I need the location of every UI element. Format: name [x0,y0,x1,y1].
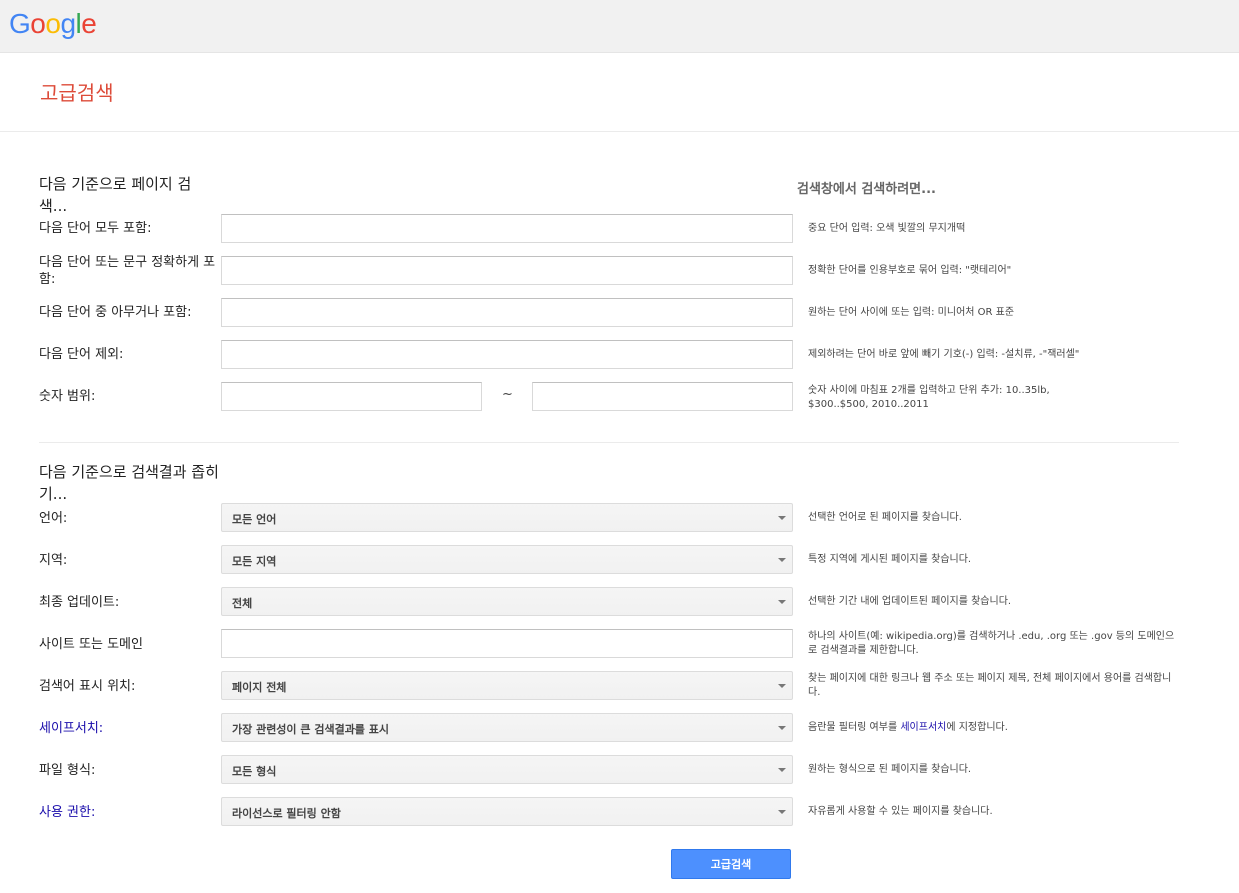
exact-phrase-label: 다음 단어 또는 문구 정확하게 포함: [39,255,216,287]
language-hint: 선택한 언어로 된 페이지를 찾습니다. [808,512,962,523]
all-words-hint: 중요 단어 입력: 오색 빛깔의 무지개떡 [808,223,966,234]
safesearch-select[interactable]: 가장 관련성이 큰 검색결과를 표시 [221,713,793,742]
find-pages-heading: 다음 기준으로 페이지 검색... [39,175,192,215]
narrow-results-heading: 다음 기준으로 검색결과 좁히기... [39,463,219,503]
dropdown-arrow-icon [778,684,786,688]
last-update-select[interactable]: 전체 [221,587,793,616]
exact-phrase-hint: 정확한 단어를 인용부호로 묶어 입력: "랫테리어" [808,265,1012,276]
usage-rights-select[interactable]: 라이선스로 필터링 안함 [221,797,793,826]
file-type-select[interactable]: 모든 형식 [221,755,793,784]
usage-rights-label-link[interactable]: 사용 권한: [39,804,217,821]
file-type-label: 파일 형식: [39,763,96,778]
language-select[interactable]: 모든 언어 [221,503,793,532]
file-type-selected: 모든 형식 [232,765,277,778]
exclude-words-hint: 제외하려는 단어 바로 앞에 빼기 기호(-) 입력: -설치류, -"잭러셀" [808,349,1080,360]
divider [39,442,1179,443]
terms-appearing-select[interactable]: 페이지 전체 [221,671,793,700]
any-words-label: 다음 단어 중 아무거나 포함: [39,305,192,320]
terms-appearing-hint: 찾는 페이지에 대한 링크나 웹 주소 또는 페이지 제목, 전체 페이지에서 … [808,673,1172,698]
search-box-hint-heading: 검색창에서 검색하려면... [797,182,936,197]
advanced-search-button[interactable]: 고급검색 [671,849,791,879]
dropdown-arrow-icon [778,600,786,604]
all-words-label: 다음 단어 모두 포함: [39,221,152,236]
exact-phrase-input[interactable] [221,256,793,285]
language-label: 언어: [39,511,68,526]
safesearch-hint-link[interactable]: 세이프서치 [900,722,946,733]
safesearch-hint: 음란물 필터링 여부를 세이프서치에 지정합니다. [808,721,1178,735]
safesearch-hint-text: 음란물 필터링 여부를 [808,722,901,733]
divider [0,131,1239,132]
last-update-hint: 선택한 기간 내에 업데이트된 페이지를 찾습니다. [808,596,1012,607]
last-update-label: 최종 업데이트: [39,595,120,610]
dropdown-arrow-icon [778,558,786,562]
terms-appearing-label: 검색어 표시 위치: [39,679,136,694]
safesearch-label-link[interactable]: 세이프서치: [39,720,217,737]
number-range-hint: 숫자 사이에 마침표 2개를 입력하고 단위 추가: 10..35lb, $30… [808,385,1050,410]
safesearch-selected: 가장 관련성이 큰 검색결과를 표시 [232,723,389,736]
dropdown-arrow-icon [778,768,786,772]
region-hint: 특정 지역에 게시된 페이지를 찾습니다. [808,554,972,565]
top-bar: Google [0,0,1239,53]
exclude-words-input[interactable] [221,340,793,369]
page-title: 고급검색 [40,81,114,105]
usage-rights-hint: 자유롭게 사용할 수 있는 페이지를 찾습니다. [808,806,993,817]
region-select[interactable]: 모든 지역 [221,545,793,574]
range-separator: ~ [502,387,513,402]
language-selected: 모든 언어 [232,513,277,526]
dropdown-arrow-icon [778,726,786,730]
number-range-from-input[interactable] [221,382,482,411]
usage-rights-selected: 라이선스로 필터링 안함 [232,807,341,820]
dropdown-arrow-icon [778,810,786,814]
any-words-hint: 원하는 단어 사이에 또는 입력: 미니어처 OR 표준 [808,307,1015,318]
region-selected: 모든 지역 [232,555,277,568]
exclude-words-label: 다음 단어 제외: [39,347,124,362]
site-domain-hint: 하나의 사이트(예: wikipedia.org)를 검색하거나 .edu, .… [808,631,1175,656]
all-words-input[interactable] [221,214,793,243]
number-range-to-input[interactable] [532,382,793,411]
region-label: 지역: [39,553,68,568]
google-logo[interactable]: Google [9,7,97,41]
file-type-hint: 원하는 형식으로 된 페이지를 찾습니다. [808,764,972,775]
terms-appearing-selected: 페이지 전체 [232,681,287,694]
site-domain-label: 사이트 또는 도메인 [39,637,143,652]
site-domain-input[interactable] [221,629,793,658]
any-words-input[interactable] [221,298,793,327]
dropdown-arrow-icon [778,516,786,520]
last-update-selected: 전체 [232,597,253,610]
number-range-label: 숫자 범위: [39,389,96,404]
safesearch-hint-text-end: 에 지정합니다. [946,722,1008,733]
